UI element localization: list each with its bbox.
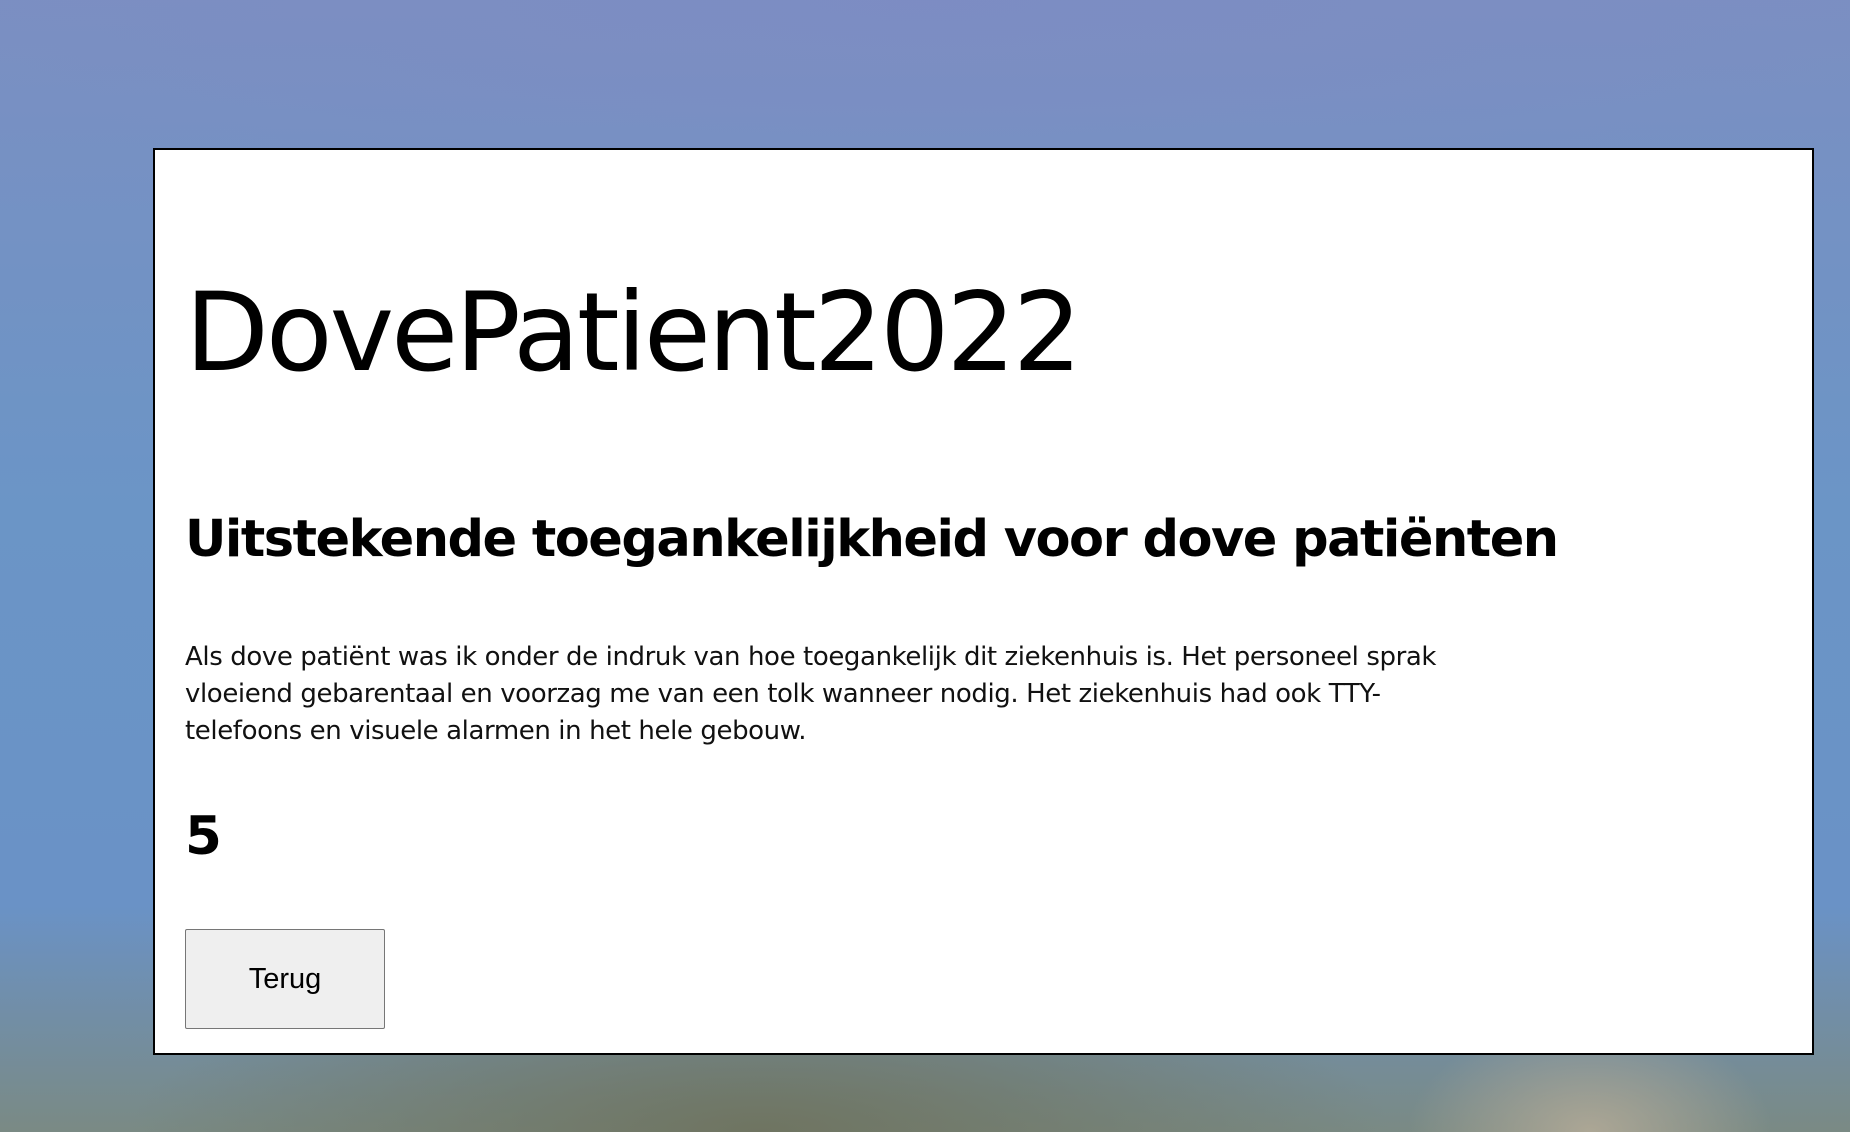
review-rating: 5 xyxy=(185,806,222,867)
back-button[interactable]: Terug xyxy=(185,929,385,1029)
review-card: DovePatient2022 Uitstekende toegankelijk… xyxy=(153,148,1814,1055)
review-text: Als dove patiënt was ik onder de indruk … xyxy=(185,642,1437,746)
review-title: Uitstekende toegankelijkheid voor dove p… xyxy=(185,510,1559,569)
reviewer-name: DovePatient2022 xyxy=(185,269,1082,396)
